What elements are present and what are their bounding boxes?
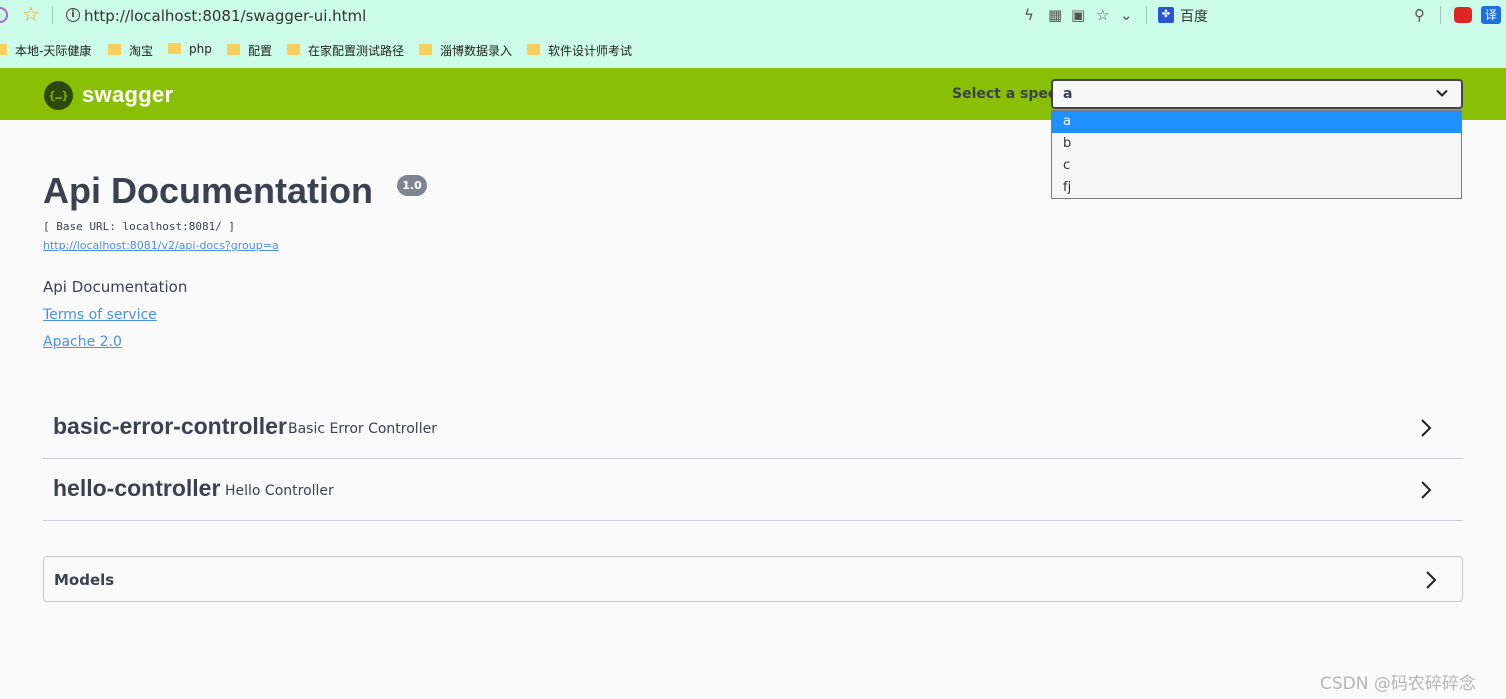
bookmark-item[interactable]: 配置	[227, 42, 272, 59]
toolbar-divider	[1146, 6, 1147, 24]
page-title: Api Documentation	[43, 170, 373, 211]
folder-icon	[168, 42, 181, 54]
bookmark-item[interactable]: 本地-天际健康	[0, 42, 91, 59]
folder-icon	[108, 44, 121, 55]
toolbar-divider	[52, 6, 53, 24]
bookmark-item[interactable]: 在家配置测试路径	[287, 42, 404, 59]
extension-translate-icon[interactable]: 译	[1481, 6, 1501, 24]
base-url: [ Base URL: localhost:8081/ ]	[43, 220, 236, 233]
bookmarks-bar: 本地-天际健康 淘宝 php 配置 在家配置测试路径 淄博数据录入 软件设计师考…	[0, 38, 1506, 64]
baidu-paw-icon[interactable]: ✤	[1158, 7, 1174, 23]
extension-red-icon[interactable]	[1454, 7, 1472, 23]
swagger-logo-text[interactable]: swagger	[82, 82, 173, 108]
spec-option-fj[interactable]: fj	[1052, 177, 1461, 199]
bookmark-item[interactable]: 淄博数据录入	[419, 42, 512, 59]
bookmark-item[interactable]: 软件设计师考试	[527, 42, 632, 59]
api-description: Api Documentation	[43, 278, 188, 296]
bookmark-star-icon[interactable]: ☆	[22, 4, 40, 26]
browser-logo-icon[interactable]	[0, 7, 8, 23]
browser-toolbar: ☆ i http://localhost:8081/swagger-ui.htm…	[0, 0, 1506, 68]
spec-option-b[interactable]: b	[1052, 133, 1461, 155]
folder-icon	[419, 44, 432, 55]
spec-dropdown-list: a b c fj	[1051, 110, 1462, 199]
site-info-icon[interactable]: i	[66, 8, 80, 22]
search-engine-label[interactable]: 百度	[1180, 6, 1208, 26]
flash-icon[interactable]: ϟ	[1024, 6, 1034, 24]
watermark-text: CSDN @码农碎碎念	[1320, 674, 1476, 694]
spec-option-c[interactable]: c	[1052, 155, 1461, 177]
spec-option-a[interactable]: a	[1052, 111, 1461, 133]
address-bar-row: ☆ i http://localhost:8081/swagger-ui.htm…	[0, 0, 1506, 32]
tag-section-basic-error-controller[interactable]: basic-error-controller Basic Error Contr…	[43, 397, 1463, 459]
address-url[interactable]: http://localhost:8081/swagger-ui.html	[84, 7, 366, 25]
tag-description: Basic Error Controller	[288, 421, 437, 437]
swagger-logo-icon[interactable]: {…}	[44, 81, 73, 110]
folder-icon	[0, 44, 7, 55]
models-section[interactable]: Models	[43, 556, 1463, 602]
chevron-right-icon[interactable]	[1419, 479, 1433, 501]
spec-select-label: Select a spec	[952, 86, 1057, 102]
chevron-down-icon	[1436, 89, 1448, 97]
tag-name: basic-error-controller	[53, 413, 287, 439]
chevron-right-icon[interactable]	[1419, 417, 1433, 439]
qr-code-icon[interactable]: ▦	[1048, 6, 1062, 24]
tag-section-hello-controller[interactable]: hello-controller Hello Controller	[43, 459, 1463, 521]
toolbar-divider	[1440, 6, 1441, 24]
translate-icon[interactable]: ▣	[1071, 6, 1085, 24]
folder-icon	[227, 44, 240, 55]
tag-description: Hello Controller	[225, 483, 334, 499]
folder-icon	[527, 44, 540, 55]
folder-icon	[287, 44, 300, 55]
favorite-star-icon[interactable]: ☆	[1096, 6, 1109, 24]
license-link[interactable]: Apache 2.0	[43, 334, 122, 350]
models-label: Models	[54, 571, 115, 589]
terms-of-service-link[interactable]: Terms of service	[43, 307, 157, 323]
version-badge: 1.0	[397, 175, 427, 196]
api-docs-link[interactable]: http://localhost:8081/v2/api-docs?group=…	[43, 239, 279, 252]
chevron-right-icon[interactable]	[1424, 569, 1438, 591]
spec-select-value: a	[1063, 86, 1073, 102]
bookmark-item[interactable]: 淘宝	[108, 42, 153, 59]
spec-select[interactable]: a	[1051, 79, 1463, 109]
search-icon[interactable]: ⚲	[1414, 6, 1425, 24]
tag-name: hello-controller	[53, 475, 221, 501]
bookmark-item[interactable]: php	[168, 42, 212, 56]
chevron-down-icon[interactable]: ⌄	[1120, 6, 1133, 24]
